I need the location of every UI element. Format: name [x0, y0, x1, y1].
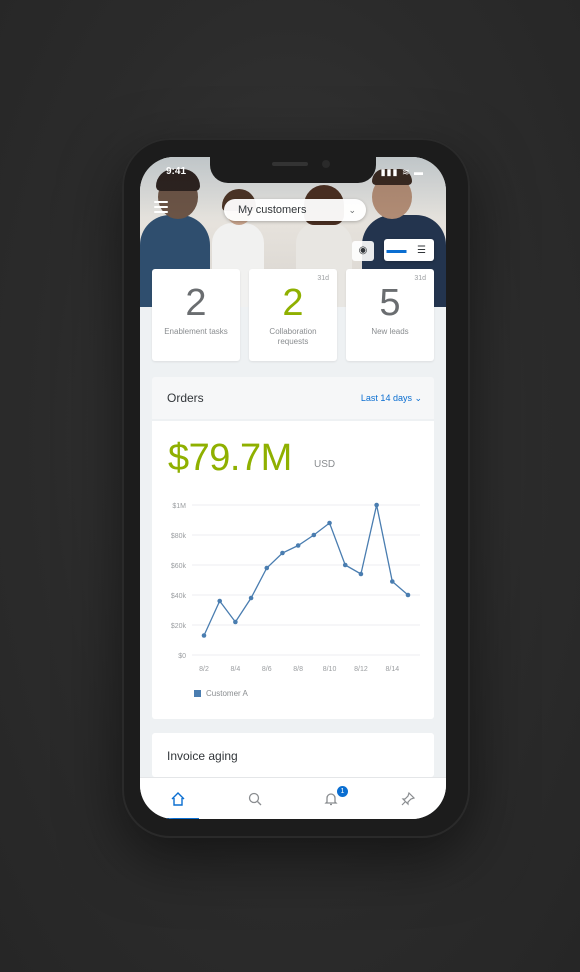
data-point[interactable]: [280, 550, 285, 556]
orders-title: Orders: [167, 391, 204, 405]
kpi-value: 5: [379, 282, 401, 324]
data-point[interactable]: [311, 532, 317, 538]
search-icon: [248, 792, 262, 806]
orders-card-header: Orders Last 14 days ⌄: [152, 377, 434, 419]
kpi-badge: 31d: [414, 275, 426, 282]
tab-search[interactable]: [217, 778, 294, 819]
data-point[interactable]: [374, 502, 379, 508]
data-point[interactable]: [248, 595, 254, 601]
kpi-label: Enablement tasks: [164, 327, 228, 336]
camera-icon[interactable]: ◉: [352, 241, 374, 261]
date-range-filter[interactable]: Last 14 days ⌄: [361, 393, 422, 404]
data-point[interactable]: [201, 633, 207, 638]
y-tick-label: $80k: [171, 533, 187, 540]
chevron-down-icon: ⌄: [348, 205, 356, 215]
pin-icon: [401, 791, 415, 806]
dropdown-label: My customers: [238, 204, 307, 216]
tab-home[interactable]: [140, 778, 217, 819]
data-point[interactable]: [405, 592, 411, 598]
data-point[interactable]: [327, 520, 332, 526]
card-view-toggle[interactable]: ▬▬: [384, 239, 409, 261]
data-point[interactable]: [390, 579, 395, 584]
y-tick-label: $1M: [172, 503, 186, 510]
notch: [210, 157, 376, 183]
y-tick-label: $60k: [171, 563, 187, 570]
y-tick-label: $0: [178, 653, 186, 660]
chart-legend: Customer A: [194, 689, 248, 698]
tab-notifications[interactable]: 1: [293, 778, 370, 819]
home-icon: [171, 792, 185, 806]
tab-bar: 1: [140, 777, 446, 819]
orders-card[interactable]: $79.7M USD $0 $20k $40k $60k $80k $1M 8/2 8/4 8/…: [152, 421, 434, 719]
y-tick-label: $40k: [171, 593, 187, 600]
menu-icon[interactable]: [154, 201, 168, 213]
x-tick-label: 8/8: [293, 666, 303, 673]
orders-amount: $79.7M: [168, 437, 292, 479]
data-point[interactable]: [217, 598, 222, 604]
kpi-new-leads[interactable]: 31d 5 New leads: [346, 269, 434, 361]
kpi-value: 2: [282, 282, 304, 324]
kpi-collaboration-requests[interactable]: 31d 2 Collaboration requests: [249, 269, 337, 361]
list-view-toggle[interactable]: ☰: [409, 239, 434, 261]
x-tick-label: 8/6: [262, 666, 272, 673]
customer-dropdown[interactable]: My customers ⌄: [224, 199, 366, 221]
invoice-aging-title: Invoice aging: [167, 749, 238, 763]
background: 9:41 ▮▮▮ ≋ ▬ My customers ⌄ ◉ ▬▬ ☰ 2 Ena…: [0, 0, 580, 972]
status-icons: ▮▮▮ ≋ ▬: [380, 167, 424, 177]
data-point[interactable]: [342, 562, 348, 568]
x-tick-label: 8/12: [354, 666, 368, 673]
x-tick-label: 8/10: [323, 666, 337, 673]
data-point[interactable]: [358, 571, 364, 577]
data-point[interactable]: [264, 565, 270, 571]
data-point[interactable]: [233, 619, 238, 625]
kpi-label: New leads: [371, 327, 409, 336]
y-tick-label: $20k: [171, 623, 187, 630]
x-tick-label: 8/14: [385, 666, 399, 673]
series-line: [203, 504, 409, 636]
x-tick-label: 8/2: [199, 666, 209, 673]
legend-label: Customer A: [206, 689, 248, 698]
kpi-enablement-tasks[interactable]: 2 Enablement tasks: [152, 269, 240, 361]
status-time: 9:41: [166, 166, 187, 177]
kpi-badge: 31d: [317, 275, 329, 282]
phone-screen: 9:41 ▮▮▮ ≋ ▬ My customers ⌄ ◉ ▬▬ ☰ 2 Ena…: [140, 157, 446, 819]
tab-pinned[interactable]: [370, 778, 447, 819]
invoice-aging-card[interactable]: Invoice aging: [152, 733, 434, 777]
x-tick-label: 8/4: [231, 666, 241, 673]
legend-swatch: [194, 690, 201, 697]
notification-count: 1: [337, 786, 348, 797]
kpi-label: Collaboration requests: [269, 327, 317, 346]
data-point[interactable]: [295, 543, 301, 548]
view-toggle[interactable]: ▬▬ ☰: [384, 239, 434, 261]
orders-currency: USD: [314, 459, 336, 470]
orders-line-chart: $0 $20k $40k $60k $80k $1M 8/2 8/4 8/6 8/8 8/10 8/1…: [171, 502, 420, 673]
kpi-value: 2: [185, 282, 207, 324]
